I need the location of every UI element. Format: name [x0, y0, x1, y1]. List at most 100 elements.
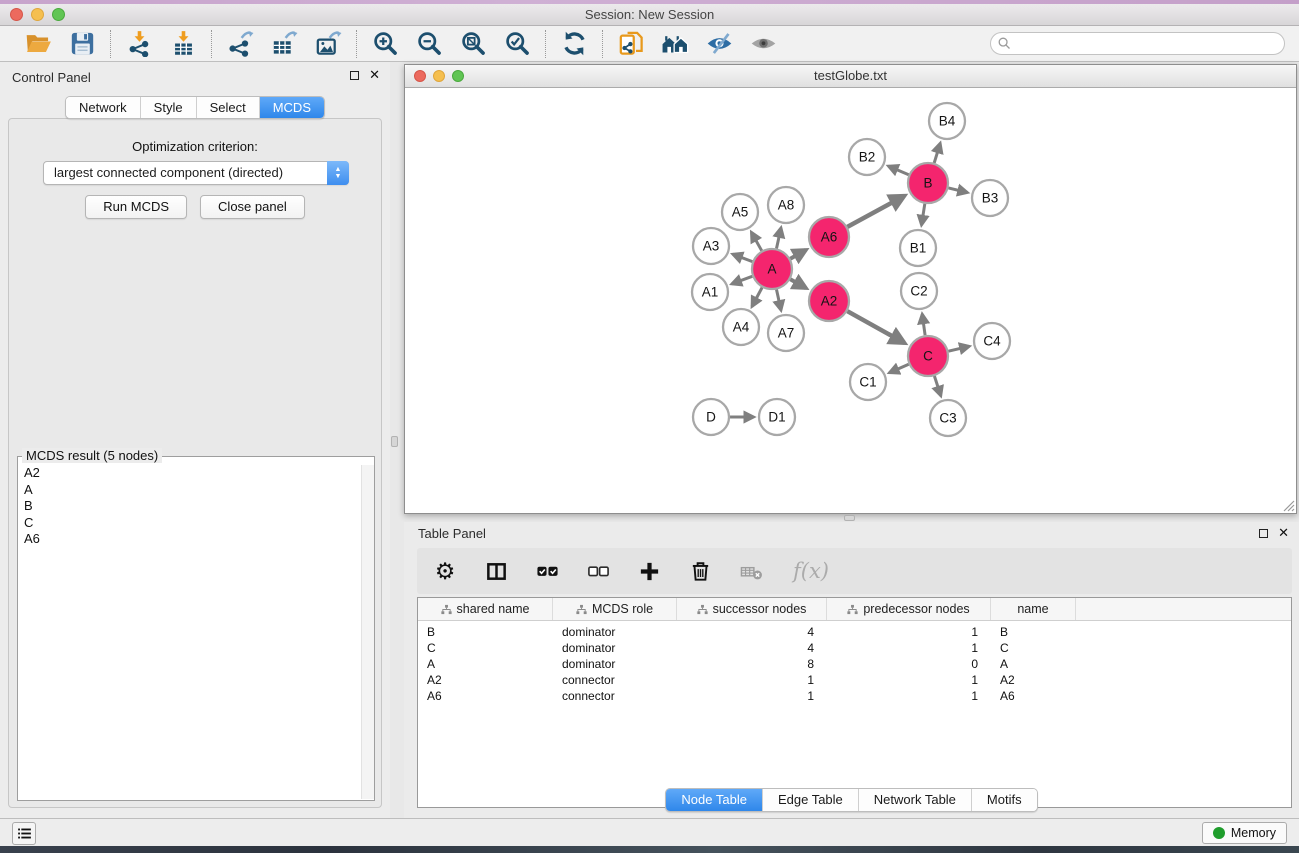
network-minimize-button[interactable]: [433, 70, 445, 82]
export-table-icon[interactable]: [266, 29, 302, 59]
float-panel-icon[interactable]: [350, 71, 359, 80]
zoom-out-icon[interactable]: [411, 29, 447, 59]
close-table-panel-icon[interactable]: ✕: [1278, 528, 1289, 538]
network-canvas-svg[interactable]: B4B2BB3A5A8A6A3B1AA1C2A2A4A7C4CC1C3DD1: [405, 88, 1296, 513]
export-image-icon[interactable]: [310, 29, 346, 59]
table-row[interactable]: Adominator80A: [418, 656, 1291, 672]
graph-node-label: A2: [821, 294, 838, 309]
run-mcds-button[interactable]: Run MCDS: [85, 195, 187, 219]
refresh-layout-icon[interactable]: [556, 29, 592, 59]
table-cell: A6: [418, 689, 553, 703]
gear-icon[interactable]: ⚙: [433, 559, 457, 583]
criterion-dropdown[interactable]: largest connected component (directed) ▲…: [43, 161, 349, 185]
table-tab-motifs[interactable]: Motifs: [972, 789, 1037, 811]
graph-edge-A-A1[interactable]: [732, 276, 753, 284]
graph-edge-B-B4[interactable]: [934, 143, 940, 163]
vertical-splitter-handle[interactable]: [391, 436, 398, 447]
table-cell: 1: [677, 673, 827, 687]
zoom-selected-icon[interactable]: [499, 29, 535, 59]
main-titlebar: Session: New Session: [0, 4, 1299, 26]
graph-node-label: A: [767, 262, 776, 277]
table-header-row: shared nameMCDS rolesuccessor nodesprede…: [418, 598, 1291, 621]
save-session-icon[interactable]: [64, 29, 100, 59]
zoom-window-button[interactable]: [52, 8, 65, 21]
close-panel-button[interactable]: Close panel: [200, 195, 305, 219]
close-window-button[interactable]: [10, 8, 23, 21]
graph-edge-A-A8[interactable]: [777, 228, 782, 249]
table-tab-network-table[interactable]: Network Table: [859, 789, 972, 811]
table-tab-edge-table[interactable]: Edge Table: [763, 789, 859, 811]
column-header-successor-nodes[interactable]: successor nodes: [677, 598, 827, 620]
table-row[interactable]: Bdominator41B: [418, 624, 1291, 640]
search-input[interactable]: [990, 32, 1285, 55]
graph-edge-C-C1[interactable]: [889, 364, 908, 372]
graph-edge-C-C4[interactable]: [948, 346, 969, 351]
graph-edge-C-C2[interactable]: [922, 314, 925, 335]
deselect-all-icon[interactable]: [586, 559, 610, 583]
table-cell: 8: [677, 657, 827, 671]
graph-edge-B-B1[interactable]: [922, 204, 925, 225]
horizontal-splitter-handle[interactable]: [844, 515, 855, 521]
graph-edge-A-A2[interactable]: [790, 279, 806, 288]
hide-panel-icon[interactable]: [701, 29, 737, 59]
graph-edge-A-A5[interactable]: [751, 232, 761, 250]
import-network-icon[interactable]: [121, 29, 157, 59]
table-row[interactable]: A6connector11A6: [418, 688, 1291, 704]
column-header-MCDS-role[interactable]: MCDS role: [553, 598, 677, 620]
column-header-predecessor-nodes[interactable]: predecessor nodes: [827, 598, 991, 620]
close-panel-icon[interactable]: ✕: [369, 70, 380, 80]
graph-edge-C-C3[interactable]: [934, 376, 940, 396]
task-history-button[interactable]: [12, 822, 36, 845]
zoom-fit-icon[interactable]: [455, 29, 491, 59]
home-view-icon[interactable]: [657, 29, 693, 59]
table-row[interactable]: Cdominator41C: [418, 640, 1291, 656]
table-panel-title: Table Panel: [418, 526, 486, 541]
network-zoom-button[interactable]: [452, 70, 464, 82]
add-column-icon[interactable]: [637, 559, 661, 583]
tab-select[interactable]: Select: [197, 97, 260, 118]
graph-edge-A-A3[interactable]: [733, 254, 753, 261]
float-table-panel-icon[interactable]: [1259, 529, 1268, 538]
graph-edge-A6-B[interactable]: [847, 196, 904, 227]
graph-edge-B-B3[interactable]: [948, 188, 967, 193]
column-header-name[interactable]: name: [991, 598, 1076, 620]
zoom-in-icon[interactable]: [367, 29, 403, 59]
result-item[interactable]: C: [19, 515, 360, 532]
delete-column-icon[interactable]: [688, 559, 712, 583]
export-network-icon[interactable]: [222, 29, 258, 59]
delete-table-icon: [739, 559, 763, 583]
graph-edge-A2-C[interactable]: [847, 311, 904, 343]
columns-icon[interactable]: [484, 559, 508, 583]
table-cell: B: [418, 625, 553, 639]
open-session-file-icon[interactable]: [613, 29, 649, 59]
tab-mcds[interactable]: MCDS: [260, 97, 324, 118]
table-row[interactable]: A2connector11A2: [418, 672, 1291, 688]
graph-edge-A-A7[interactable]: [777, 290, 782, 311]
result-item[interactable]: A: [19, 482, 360, 499]
table-tab-node-table[interactable]: Node Table: [666, 789, 763, 811]
status-bar: Memory: [0, 818, 1299, 846]
search-icon: [998, 37, 1011, 50]
memory-button[interactable]: Memory: [1202, 822, 1287, 844]
minimize-window-button[interactable]: [31, 8, 44, 21]
graph-edge-B-B2[interactable]: [888, 166, 908, 175]
table-cell: C: [991, 641, 1076, 655]
import-table-icon[interactable]: [165, 29, 201, 59]
table-cell: A: [418, 657, 553, 671]
mcds-result-list[interactable]: A2ABCA6: [19, 465, 360, 799]
result-item[interactable]: A6: [19, 531, 360, 548]
tab-style[interactable]: Style: [141, 97, 197, 118]
graph-edge-A-A6[interactable]: [790, 250, 806, 259]
network-close-button[interactable]: [414, 70, 426, 82]
graph-edge-A-A4[interactable]: [752, 288, 762, 307]
show-eye-icon[interactable]: [745, 29, 781, 59]
open-session-icon[interactable]: [20, 29, 56, 59]
tab-network[interactable]: Network: [66, 97, 141, 118]
result-item[interactable]: B: [19, 498, 360, 515]
desktop-wallpaper-bottom: [0, 846, 1299, 853]
result-scrollbar[interactable]: [361, 465, 374, 799]
select-all-icon[interactable]: [535, 559, 559, 583]
result-item[interactable]: A2: [19, 465, 360, 482]
column-header-shared-name[interactable]: shared name: [418, 598, 553, 620]
window-resize-grip[interactable]: [1282, 499, 1295, 512]
